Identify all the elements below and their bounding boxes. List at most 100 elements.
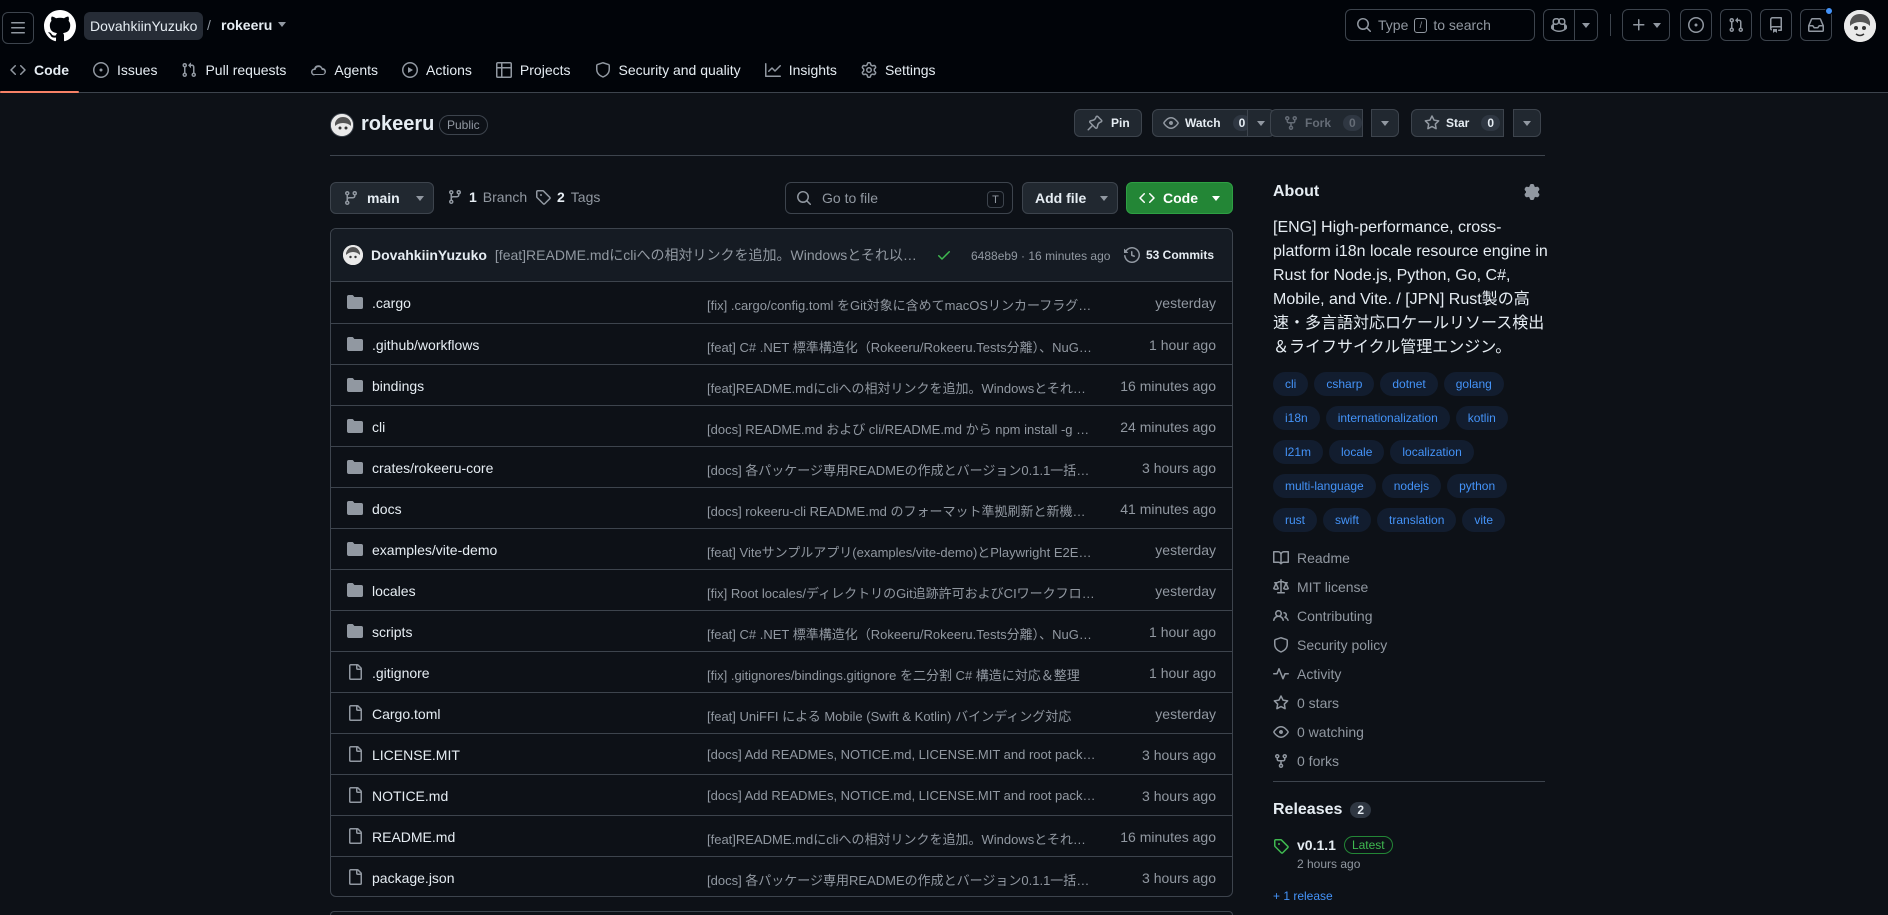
repo-title[interactable]: rokeeru bbox=[361, 113, 434, 136]
file-commit-message[interactable]: [fix] .cargo/config.toml をGit対象に含めてmacOS… bbox=[707, 295, 1097, 314]
topic-tag[interactable]: csharp bbox=[1314, 372, 1375, 396]
create-new-button[interactable] bbox=[1622, 9, 1670, 41]
file-row[interactable]: scripts [feat] C# .NET 標準構造化（Rokeeru/Roke… bbox=[331, 610, 1232, 651]
latest-release[interactable]: v0.1.1 Latest bbox=[1297, 836, 1393, 854]
branch-selector[interactable]: main bbox=[330, 182, 434, 214]
tab-agents[interactable]: Agents bbox=[300, 54, 388, 86]
repositories-button[interactable] bbox=[1760, 9, 1792, 41]
check-icon[interactable] bbox=[936, 247, 952, 263]
file-name[interactable]: bindings bbox=[372, 378, 424, 394]
tab-security[interactable]: Security and quality bbox=[585, 54, 751, 86]
file-row[interactable]: examples/vite-demo [feat] Viteサンプルアプリ(exa… bbox=[331, 528, 1232, 569]
file-row[interactable]: .cargo [fix] .cargo/config.toml をGit対象に含め… bbox=[331, 282, 1232, 323]
file-row[interactable]: cli [docs] README.md および cli/README.md から… bbox=[331, 405, 1232, 446]
file-name[interactable]: crates/rokeeru-core bbox=[372, 460, 493, 476]
commit-author-avatar[interactable] bbox=[343, 245, 363, 265]
breadcrumb-owner[interactable]: DovahkiinYuzuko bbox=[84, 12, 204, 40]
file-row[interactable]: docs [docs] rokeeru-cli README.md のフォーマット… bbox=[331, 487, 1232, 528]
pin-button[interactable]: Pin bbox=[1074, 109, 1142, 137]
topic-tag[interactable]: internationalization bbox=[1325, 406, 1450, 430]
file-row[interactable]: .github/workflows [feat] C# .NET 標準構造化（Ro… bbox=[331, 323, 1232, 364]
topic-tag[interactable]: vite bbox=[1462, 508, 1506, 532]
file-name[interactable]: package.json bbox=[372, 870, 455, 886]
about-link[interactable]: 0 watching bbox=[1273, 717, 1387, 746]
about-link[interactable]: 0 forks bbox=[1273, 746, 1387, 775]
file-name[interactable]: docs bbox=[372, 501, 402, 517]
file-commit-message[interactable]: [docs] Add READMEs, NOTICE.md, LICENSE.M… bbox=[707, 747, 1097, 762]
branches-link[interactable]: 1 Branch bbox=[447, 189, 527, 205]
file-name[interactable]: README.md bbox=[372, 829, 455, 845]
file-name[interactable]: .github/workflows bbox=[372, 337, 479, 353]
about-link[interactable]: Readme bbox=[1273, 543, 1387, 572]
file-commit-message[interactable]: [docs] Add READMEs, NOTICE.md, LICENSE.M… bbox=[707, 788, 1097, 803]
topic-tag[interactable]: rust bbox=[1273, 508, 1318, 532]
file-row[interactable]: README.md [feat]README.mdにcliへの相対リンクを追加。W… bbox=[331, 815, 1232, 856]
tab-insights[interactable]: Insights bbox=[755, 54, 847, 86]
commit-sha-time[interactable]: 6488eb9 · 16 minutes ago bbox=[971, 249, 1110, 263]
file-name[interactable]: Cargo.toml bbox=[372, 706, 440, 722]
breadcrumb-repo[interactable]: rokeeru bbox=[221, 17, 272, 33]
file-commit-message[interactable]: [fix] .gitignores/bindings.gitignore を二分… bbox=[707, 665, 1097, 684]
star-button[interactable]: Star 0 bbox=[1411, 109, 1504, 137]
file-row[interactable]: package.json [docs] 各パッケージ専用READMEの作成とバージ… bbox=[331, 856, 1232, 896]
tab-pull-requests[interactable]: Pull requests bbox=[171, 54, 296, 86]
file-commit-message[interactable]: [docs] 各パッケージ専用READMEの作成とバージョン0.1.1一括更新 bbox=[707, 870, 1097, 889]
about-link[interactable]: Contributing bbox=[1273, 601, 1387, 630]
file-commit-message[interactable]: [feat] UniFFI による Mobile (Swift & Kotlin… bbox=[707, 706, 1097, 725]
topic-tag[interactable]: l21m bbox=[1273, 440, 1324, 464]
topic-tag[interactable]: locale bbox=[1329, 440, 1385, 464]
topic-tag[interactable]: dotnet bbox=[1380, 372, 1438, 396]
github-logo-icon[interactable] bbox=[44, 10, 76, 42]
file-name[interactable]: examples/vite-demo bbox=[372, 542, 497, 558]
commits-link[interactable]: 53 Commits bbox=[1124, 247, 1214, 263]
file-row[interactable]: .gitignore [fix] .gitignores/bindings.git… bbox=[331, 651, 1232, 692]
file-commit-message[interactable]: [feat] C# .NET 標準構造化（Rokeeru/Rokeeru.Tes… bbox=[707, 337, 1097, 356]
about-link[interactable]: Activity bbox=[1273, 659, 1387, 688]
file-name[interactable]: scripts bbox=[372, 624, 412, 640]
file-commit-message[interactable]: [feat] Viteサンプルアプリ(examples/vite-demo)とP… bbox=[707, 542, 1097, 561]
commit-message[interactable]: [feat]README.mdにcliへの相対リンクを追加。Windowsとそれ… bbox=[495, 245, 927, 265]
file-row[interactable]: Cargo.toml [feat] UniFFI による Mobile (Swif… bbox=[331, 692, 1232, 733]
file-row[interactable]: LICENSE.MIT [docs] Add READMEs, NOTICE.md… bbox=[331, 733, 1232, 774]
topic-tag[interactable]: python bbox=[1447, 474, 1508, 498]
copilot-menu-button[interactable] bbox=[1574, 9, 1598, 41]
menu-button[interactable] bbox=[2, 12, 34, 44]
file-commit-message[interactable]: [fix] Root locales/ディレクトリのGit追跡許可およびCIワー… bbox=[707, 583, 1097, 602]
copilot-button[interactable] bbox=[1543, 9, 1575, 41]
topic-tag[interactable]: kotlin bbox=[1455, 406, 1508, 430]
file-row[interactable]: bindings [feat]README.mdにcliへの相対リンクを追加。Wi… bbox=[331, 364, 1232, 405]
file-commit-message[interactable]: [feat]README.mdにcliへの相対リンクを追加。Windowsとそれ… bbox=[707, 378, 1097, 397]
commit-author[interactable]: DovahkiinYuzuko bbox=[371, 247, 487, 263]
fork-button[interactable]: Fork 0 bbox=[1270, 109, 1363, 137]
file-commit-message[interactable]: [docs] README.md および cli/README.md から np… bbox=[707, 419, 1097, 438]
file-name[interactable]: locales bbox=[372, 583, 416, 599]
file-name[interactable]: cli bbox=[372, 419, 385, 435]
repo-switcher-chevron-icon[interactable] bbox=[278, 22, 286, 27]
go-to-file-input[interactable]: Go to file T bbox=[785, 182, 1013, 214]
topic-tag[interactable]: localization bbox=[1390, 440, 1474, 464]
issues-button[interactable] bbox=[1680, 9, 1712, 41]
file-name[interactable]: .gitignore bbox=[372, 665, 430, 681]
file-commit-message[interactable]: [feat] C# .NET 標準構造化（Rokeeru/Rokeeru.Tes… bbox=[707, 624, 1097, 643]
about-link[interactable]: Security policy bbox=[1273, 630, 1387, 659]
topic-tag[interactable]: translation bbox=[1377, 508, 1457, 532]
code-button[interactable]: Code bbox=[1126, 182, 1233, 214]
pull-requests-button[interactable] bbox=[1720, 9, 1752, 41]
star-menu-button[interactable] bbox=[1513, 109, 1541, 137]
topic-tag[interactable]: i18n bbox=[1273, 406, 1320, 430]
file-commit-message[interactable]: [docs] 各パッケージ専用READMEの作成とバージョン0.1.1一括更新 bbox=[707, 460, 1097, 479]
more-releases-link[interactable]: + 1 release bbox=[1273, 889, 1333, 903]
file-row[interactable]: NOTICE.md [docs] Add READMEs, NOTICE.md, … bbox=[331, 774, 1232, 815]
file-name[interactable]: .cargo bbox=[372, 295, 411, 311]
topic-tag[interactable]: nodejs bbox=[1381, 474, 1442, 498]
about-link[interactable]: MIT license bbox=[1273, 572, 1387, 601]
gear-icon[interactable] bbox=[1524, 184, 1540, 200]
tab-actions[interactable]: Actions bbox=[392, 54, 482, 86]
about-link[interactable]: 0 stars bbox=[1273, 688, 1387, 717]
fork-menu-button[interactable] bbox=[1371, 109, 1399, 137]
releases-heading[interactable]: Releases 2 bbox=[1273, 801, 1372, 819]
tags-link[interactable]: 2 Tags bbox=[535, 189, 600, 205]
file-row[interactable]: crates/rokeeru-core [docs] 各パッケージ専用README… bbox=[331, 446, 1232, 487]
topic-tag[interactable]: cli bbox=[1273, 372, 1309, 396]
file-name[interactable]: NOTICE.md bbox=[372, 788, 448, 804]
